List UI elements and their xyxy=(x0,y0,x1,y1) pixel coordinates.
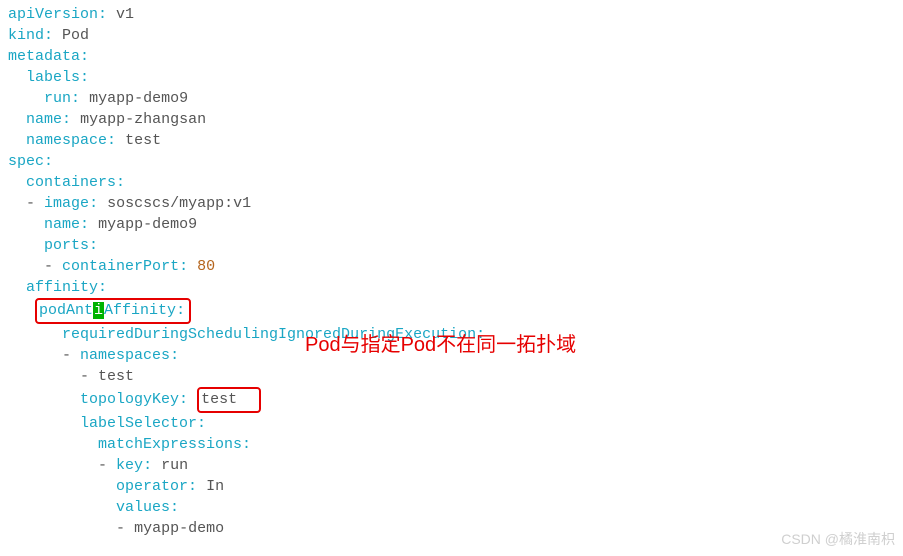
yaml-key: name xyxy=(44,216,80,233)
yaml-key-part: podAnt xyxy=(39,302,93,319)
yaml-line: apiVersion: v1 xyxy=(8,4,895,25)
yaml-line: name: myapp-zhangsan xyxy=(8,109,895,130)
highlight-box-topologykey: test xyxy=(197,387,261,413)
yaml-value: In xyxy=(206,478,224,495)
yaml-key: values xyxy=(116,499,170,516)
code-block: apiVersion: v1 kind: Pod metadata: label… xyxy=(8,4,895,539)
yaml-value: myapp-demo xyxy=(134,520,224,537)
yaml-line: labels: xyxy=(8,67,895,88)
yaml-key: name xyxy=(26,111,62,128)
yaml-key: containers xyxy=(26,174,116,191)
yaml-value: myapp-demo9 xyxy=(98,216,197,233)
yaml-key: namespace xyxy=(26,132,107,149)
watermark-text: CSDN @橘淮南枳 xyxy=(781,530,895,550)
yaml-key-part: Affinity xyxy=(104,302,176,319)
yaml-line: operator: In xyxy=(8,476,895,497)
yaml-line: namespace: test xyxy=(8,130,895,151)
yaml-value: myapp-zhangsan xyxy=(80,111,206,128)
yaml-line: values: xyxy=(8,497,895,518)
yaml-value: test xyxy=(98,368,134,385)
yaml-value: v1 xyxy=(116,6,134,23)
yaml-line: labelSelector: xyxy=(8,413,895,434)
yaml-line: - image: soscscs/myapp:v1 xyxy=(8,193,895,214)
yaml-line: topologyKey: test xyxy=(8,387,895,413)
yaml-line: spec: xyxy=(8,151,895,172)
yaml-key: kind xyxy=(8,27,44,44)
yaml-line: - containerPort: 80 xyxy=(8,256,895,277)
yaml-key: run xyxy=(44,90,71,107)
yaml-line: - myapp-demo xyxy=(8,518,895,539)
yaml-key: key xyxy=(116,457,143,474)
highlight-box-podantiaffinity: podAntiAffinity: xyxy=(35,298,191,324)
yaml-key: containerPort xyxy=(62,258,179,275)
yaml-line: podAntiAffinity: xyxy=(8,298,895,324)
yaml-line: - test xyxy=(8,366,895,387)
yaml-key: apiVersion xyxy=(8,6,98,23)
yaml-line: kind: Pod xyxy=(8,25,895,46)
yaml-value: test xyxy=(125,132,161,149)
yaml-key: labels xyxy=(26,69,80,86)
yaml-value: soscscs/myapp:v1 xyxy=(107,195,251,212)
yaml-key: affinity xyxy=(26,279,98,296)
yaml-key: metadata xyxy=(8,48,80,65)
annotation-text: Pod与指定Pod不在同一拓扑域 xyxy=(305,331,576,359)
cursor-highlight: i xyxy=(93,302,104,319)
yaml-line: - key: run xyxy=(8,455,895,476)
yaml-key: matchExpressions xyxy=(98,436,242,453)
yaml-line: name: myapp-demo9 xyxy=(8,214,895,235)
yaml-key: operator xyxy=(116,478,188,495)
yaml-line: affinity: xyxy=(8,277,895,298)
yaml-key: topologyKey xyxy=(80,391,179,408)
yaml-line: run: myapp-demo9 xyxy=(8,88,895,109)
yaml-line: containers: xyxy=(8,172,895,193)
yaml-line: ports: xyxy=(8,235,895,256)
yaml-value: Pod xyxy=(62,27,89,44)
yaml-key: labelSelector xyxy=(80,415,197,432)
yaml-line: matchExpressions: xyxy=(8,434,895,455)
yaml-value: myapp-demo9 xyxy=(89,90,188,107)
yaml-value: test xyxy=(201,391,237,408)
yaml-line: metadata: xyxy=(8,46,895,67)
yaml-value: run xyxy=(161,457,188,474)
yaml-key: ports xyxy=(44,237,89,254)
yaml-key: spec xyxy=(8,153,44,170)
yaml-key: image xyxy=(44,195,89,212)
yaml-value: 80 xyxy=(197,258,215,275)
yaml-key: namespaces xyxy=(80,347,170,364)
